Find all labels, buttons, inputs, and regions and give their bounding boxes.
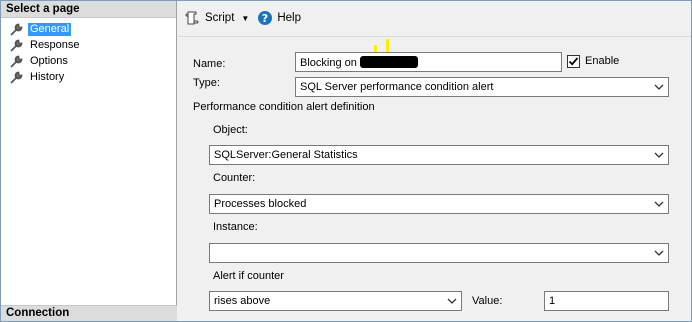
select-page-pane: Select a page General Response Options H… [1,1,177,321]
general-page: Name: Blocking on Enable Type: SQL Serve… [178,36,691,321]
dropdown-arrow-icon[interactable]: ▼ [241,14,249,23]
sidebar-item-options[interactable]: Options [1,53,176,69]
object-value: SQLServer:General Statistics [214,149,358,161]
sidebar-item-label: History [30,70,65,83]
enable-label: Enable [585,55,620,67]
definition-label: Performance condition alert definition [193,101,375,113]
type-label: Type: [193,77,220,89]
checkmark-icon [568,57,579,66]
instance-select[interactable] [209,243,669,263]
svg-text:?: ? [262,12,268,25]
name-input[interactable]: Blocking on [295,52,562,72]
sidebar-item-label: Options [30,54,68,67]
value-input[interactable]: 1 [544,291,669,311]
help-icon: ? [257,10,273,26]
chevron-down-icon[interactable] [651,196,667,212]
script-label: Script [205,12,235,24]
connection-header: Connection [1,305,177,321]
script-button[interactable]: Script ▼ [185,8,249,28]
chevron-down-icon[interactable] [444,293,460,309]
counter-label: Counter: [213,172,256,184]
value-value: 1 [549,295,556,307]
sidebar-item-label: Response [30,38,80,51]
sidebar-item-history[interactable]: History [1,69,176,85]
type-select[interactable]: SQL Server performance condition alert [295,77,669,97]
alert-if-select[interactable]: rises above [209,291,462,311]
counter-value: Processes blocked [214,198,307,210]
select-page-header: Select a page [1,1,176,18]
alert-if-value: rises above [214,295,271,307]
redacted-text [359,56,418,68]
name-label: Name: [193,58,226,70]
wrench-icon [10,39,23,52]
script-icon [185,10,201,26]
object-select[interactable]: SQLServer:General Statistics [209,145,669,165]
chevron-down-icon[interactable] [651,147,667,163]
wrench-icon [10,55,23,68]
value-label: Value: [472,295,503,307]
help-label: Help [277,12,301,24]
object-label: Object: [213,124,248,136]
type-value: SQL Server performance condition alert [300,81,494,93]
counter-select[interactable]: Processes blocked [209,194,669,214]
help-button[interactable]: ? Help [257,8,301,28]
enable-checkbox[interactable] [567,55,580,68]
chevron-down-icon[interactable] [651,79,667,95]
toolbar: Script ▼ ? Help [178,1,691,35]
sidebar-item-general[interactable]: General [1,21,176,37]
sidebar-item-label: General [28,22,72,36]
instance-label: Instance: [213,221,258,233]
name-value: Blocking on [300,57,357,69]
chevron-down-icon[interactable] [651,245,667,261]
wrench-icon [10,71,23,84]
sidebar-item-response[interactable]: Response [1,37,176,53]
wrench-icon [10,23,23,36]
alert-if-label: Alert if counter [213,270,284,282]
